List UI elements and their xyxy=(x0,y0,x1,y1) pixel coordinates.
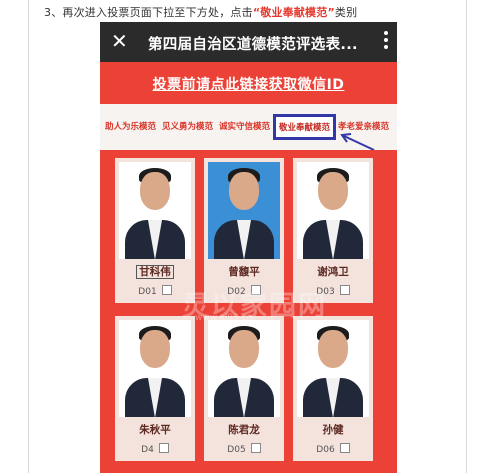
tab-helping-others[interactable]: 助人为乐模范 xyxy=(105,120,156,132)
candidate-photo xyxy=(208,320,280,417)
phone-screenshot: ✕ 第四届自治区道德模范评选表... 投票前请点此链接获取微信ID 助人为乐模范… xyxy=(100,22,397,473)
instruction-prefix: 3、再次进入投票页面下拉至下方处，点击 xyxy=(44,6,253,19)
candidate-code: D06 xyxy=(293,443,373,455)
vote-checkbox[interactable] xyxy=(339,285,350,295)
tab-bravery[interactable]: 见义勇为模范 xyxy=(162,120,213,132)
page-title: 第四届自治区道德模范评选表... xyxy=(148,37,358,53)
candidate-name: 陈君龙 xyxy=(228,424,260,436)
candidate-name: 谢鸿卫 xyxy=(317,266,349,278)
vote-checkbox[interactable] xyxy=(339,443,350,453)
candidate-card[interactable]: 朱秋平 D4 xyxy=(115,316,195,461)
candidate-card[interactable]: 曾馥平 D02 xyxy=(204,158,284,303)
instruction-highlight: “敬业奉献模范” xyxy=(252,6,335,19)
document-left-rule xyxy=(28,0,29,473)
wechat-id-link[interactable]: 投票前请点此链接获取微信ID xyxy=(100,74,397,94)
app-titlebar: ✕ 第四届自治区道德模范评选表... xyxy=(100,22,397,62)
candidate-photo xyxy=(208,162,280,259)
candidate-card[interactable]: 甘科伟 D01 xyxy=(115,158,195,303)
candidate-photo xyxy=(119,320,191,417)
candidate-card[interactable]: 孙健 D06 xyxy=(293,316,373,461)
candidate-code: D05 xyxy=(204,443,284,455)
candidate-name: 孙健 xyxy=(322,424,344,436)
tab-honesty[interactable]: 诚实守信模范 xyxy=(219,120,270,132)
candidate-photo xyxy=(119,162,191,259)
candidate-photo xyxy=(297,162,369,259)
candidate-photo xyxy=(297,320,369,417)
more-vertical-icon[interactable] xyxy=(383,31,389,53)
instruction-text: 3、再次进入投票页面下拉至下方处，点击“敬业奉献模范”类别 xyxy=(44,4,357,20)
candidate-name: 朱秋平 xyxy=(139,424,171,436)
candidate-code: D4 xyxy=(115,443,195,455)
candidate-card[interactable]: 谢鸿卫 D03 xyxy=(293,158,373,303)
document-right-rule xyxy=(466,0,467,473)
vote-checkbox[interactable] xyxy=(250,443,261,453)
site-watermark-url: www.ql93.cn xyxy=(195,313,253,323)
vote-checkbox[interactable] xyxy=(161,285,172,295)
candidate-name: 甘科伟 xyxy=(115,264,195,279)
close-icon[interactable]: ✕ xyxy=(111,30,128,52)
candidate-card[interactable]: 陈君龙 D05 xyxy=(204,316,284,461)
candidate-name: 曾馥平 xyxy=(228,266,260,278)
instruction-suffix: 类别 xyxy=(334,6,358,19)
tab-dedication[interactable]: 敬业奉献模范 xyxy=(273,114,337,140)
tab-filial-piety[interactable]: 孝老爱亲模范 xyxy=(338,120,389,132)
vote-checkbox[interactable] xyxy=(158,443,169,453)
